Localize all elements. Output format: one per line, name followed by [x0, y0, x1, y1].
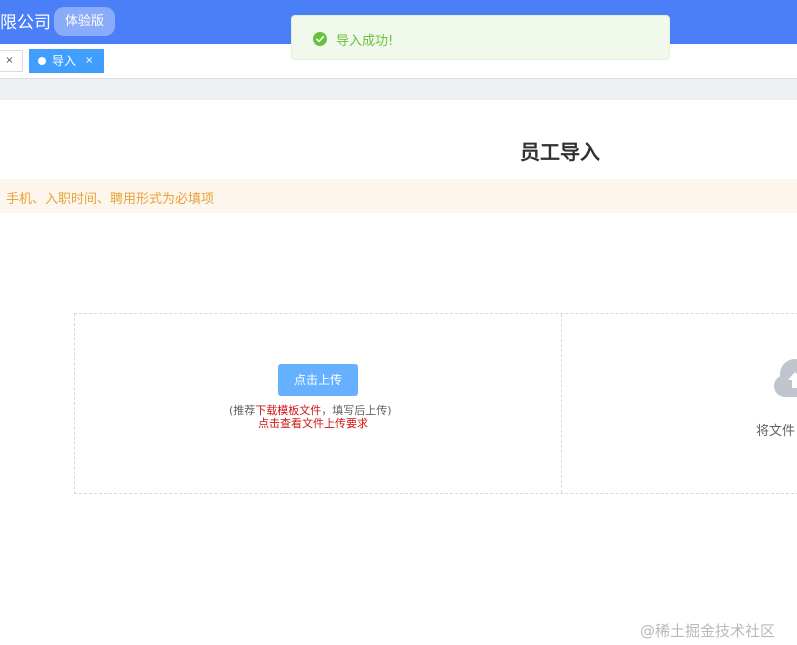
close-icon[interactable]: × — [85, 49, 93, 73]
active-dot-icon — [38, 57, 46, 65]
hint-prefix: (推荐 — [229, 404, 256, 417]
panel-divider — [561, 314, 563, 493]
click-upload-button[interactable]: 点击上传 — [278, 364, 358, 396]
success-toast: 导入成功! — [291, 15, 670, 60]
tag-import[interactable]: 导入 × — [29, 49, 104, 73]
tag-previous[interactable]: × — [0, 50, 23, 72]
toast-message: 导入成功! — [336, 34, 394, 49]
close-icon[interactable]: × — [5, 55, 13, 66]
upload-requirements-link[interactable]: 点击查看文件上传要求 — [258, 415, 368, 431]
check-circle-icon — [313, 31, 327, 50]
trial-version-badge[interactable]: 体验版 — [54, 7, 115, 36]
warning-alert: 手机、入职时间、聘用形式为必填项 — [0, 179, 797, 213]
alert-text: 手机、入职时间、聘用形式为必填项 — [6, 192, 215, 207]
page-title: 员工导入 — [520, 140, 600, 164]
cloud-upload-icon[interactable] — [773, 358, 797, 408]
watermark-text: @稀土掘金技术社区 — [640, 622, 776, 640]
company-title: 限公司 — [0, 13, 51, 33]
content-gap — [0, 79, 797, 100]
tag-label: 导入 — [52, 54, 77, 68]
drag-drop-text: 将文件 — [756, 424, 796, 439]
upload-panel — [74, 313, 797, 494]
